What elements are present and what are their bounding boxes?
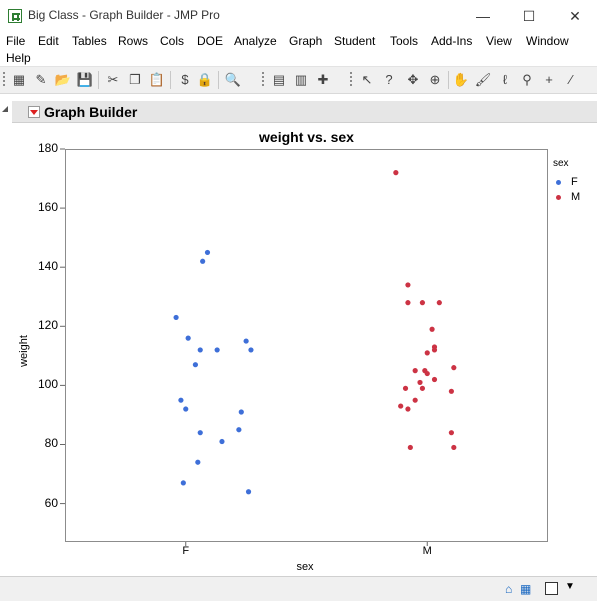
scatter-plot [60,148,457,546]
data-point-f[interactable] [238,409,244,415]
x-tick-label: F [182,545,190,557]
data-point-f[interactable] [219,438,225,445]
data-point-m[interactable] [424,370,430,377]
data-point-m[interactable] [451,365,457,371]
data-point-m[interactable] [412,397,418,403]
data-point-m[interactable] [402,385,409,391]
data-point-m[interactable] [419,385,426,391]
selection-box[interactable] [545,582,558,595]
data-point-m[interactable] [419,300,426,306]
y-axis-label[interactable]: weight [18,321,30,381]
data-point-m[interactable] [398,403,404,409]
window-list-icon[interactable]: ▦ [520,582,531,596]
data-point-m[interactable] [448,430,454,436]
data-point-f[interactable] [195,459,201,465]
legend-label: M [571,191,581,203]
data-point-f[interactable] [214,347,220,353]
data-point-m[interactable] [405,282,411,288]
data-point-f[interactable] [183,406,189,412]
y-tick-label: 120 [37,318,58,333]
data-point-m[interactable] [405,406,411,412]
status-bar: ⌂ ▦ ▼ [0,576,597,601]
y-tick-label: 160 [37,200,58,215]
x-axis-label[interactable]: sex [275,561,335,573]
home-icon[interactable]: ⌂ [505,582,512,596]
data-point-m[interactable] [412,368,418,374]
x-tick-label: M [422,545,432,557]
data-point-f[interactable] [173,314,179,321]
y-tick-label: 100 [37,377,58,392]
data-point-m[interactable] [431,376,438,383]
chevron-down-icon[interactable]: ▼ [565,581,575,592]
y-tick-label: 180 [37,141,58,155]
data-point-f[interactable] [180,480,186,486]
y-tick-label: 140 [37,259,58,274]
legend-title: sex [553,158,569,169]
data-point-m[interactable] [431,347,438,353]
data-point-m[interactable] [405,300,411,306]
data-point-f[interactable] [245,489,252,495]
data-point-f[interactable] [204,249,211,256]
data-point-f[interactable] [197,347,203,353]
data-point-m[interactable] [393,170,399,176]
data-point-m[interactable] [436,300,442,306]
data-point-f[interactable] [200,258,206,264]
y-tick-label: 80 [44,436,58,451]
legend-label: F [571,176,578,188]
legend-marker [556,180,561,185]
data-point-f[interactable] [248,347,254,353]
data-point-m[interactable] [417,379,423,386]
data-point-m[interactable] [429,326,435,332]
data-point-f[interactable] [236,427,242,433]
legend-marker [556,195,561,200]
data-point-m[interactable] [407,444,413,451]
data-point-f[interactable] [185,335,191,341]
data-point-f[interactable] [192,362,199,368]
data-point-m[interactable] [448,388,454,394]
data-point-m[interactable] [424,350,430,356]
data-point-f[interactable] [197,430,203,436]
data-point-m[interactable] [451,444,457,451]
y-tick-label: 60 [44,495,58,510]
data-point-f[interactable] [243,338,249,344]
data-point-f[interactable] [178,397,184,403]
